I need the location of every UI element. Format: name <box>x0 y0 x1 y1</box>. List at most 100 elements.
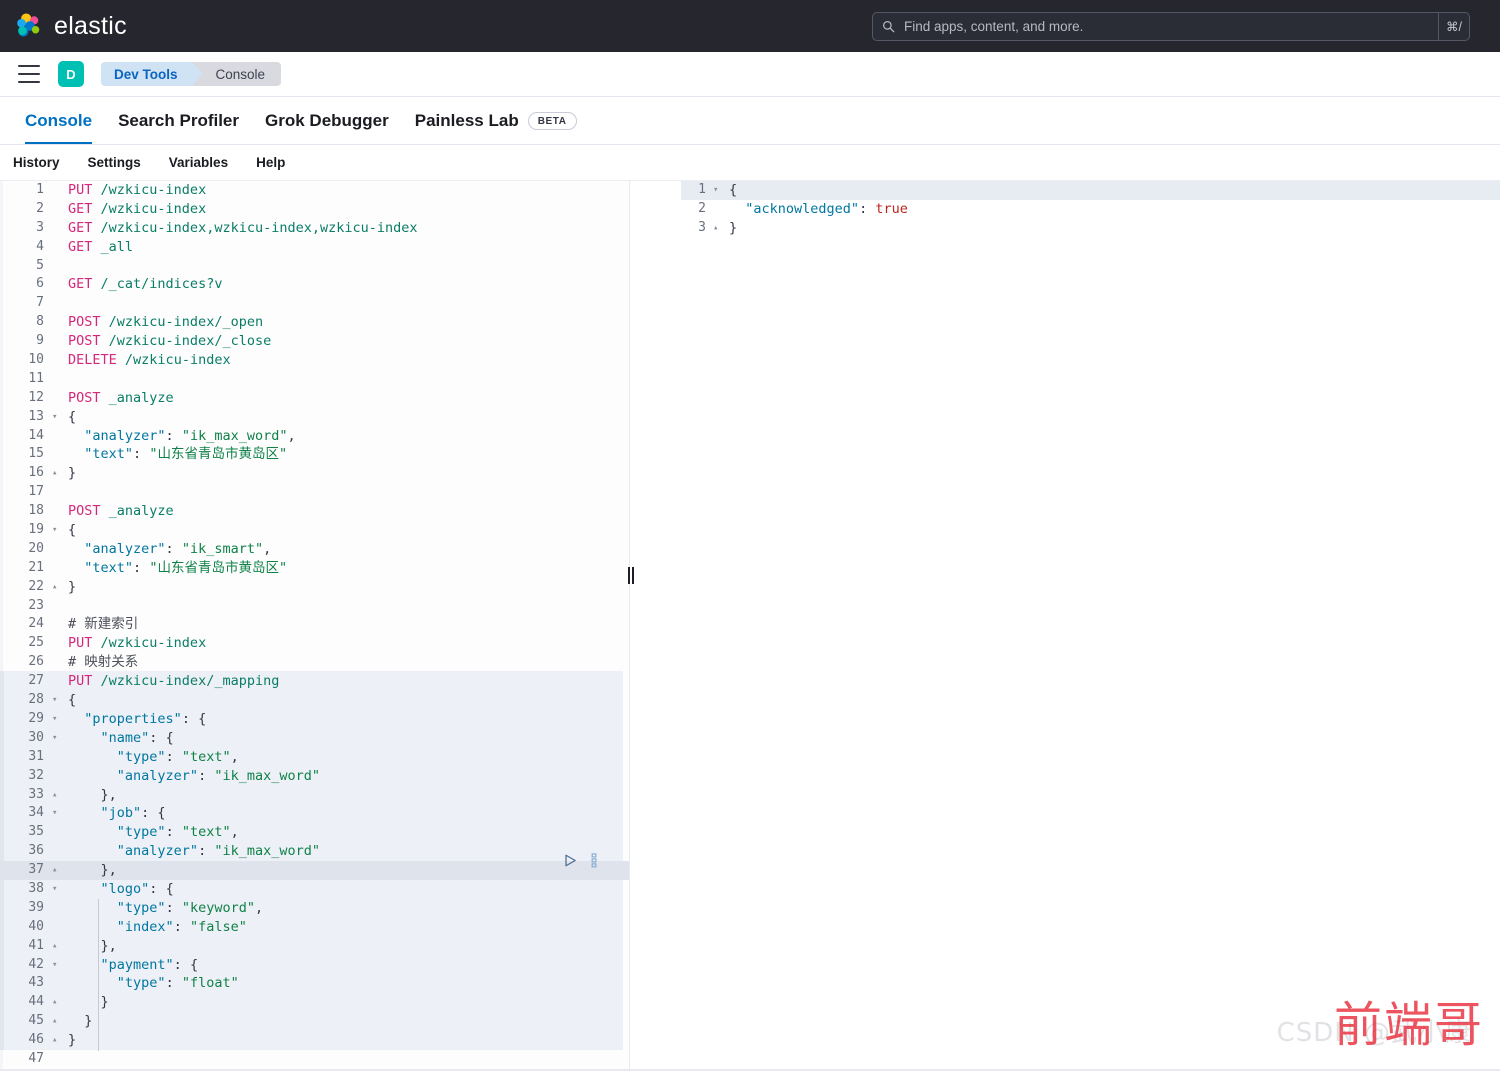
fold-marker[interactable]: ▾ <box>52 956 63 975</box>
line-number: 9 <box>36 333 44 349</box>
code-line[interactable]: 15 "text": "山东省青岛市黄岛区" <box>0 445 629 464</box>
line-number: 4 <box>36 238 44 254</box>
code-line[interactable]: 1 ▾ { <box>681 181 1500 200</box>
code-line[interactable]: 1 PUT /wzkicu-index <box>0 181 629 200</box>
code-line[interactable]: 11 <box>0 370 629 389</box>
play-triangle-icon[interactable] <box>563 853 578 868</box>
wrench-icon[interactable] <box>589 853 599 868</box>
code-line[interactable]: 7 <box>0 294 629 313</box>
fold-marker[interactable]: ▴ <box>52 578 63 597</box>
code-line[interactable]: 47 <box>0 1050 629 1069</box>
line-number: 36 <box>28 843 44 859</box>
toolbar-history[interactable]: History <box>13 155 60 170</box>
code-line[interactable]: 40 "index": "false" <box>0 918 629 937</box>
code-line[interactable]: 34 ▾ "job": { <box>0 804 629 823</box>
fold-marker[interactable]: ▾ <box>52 710 63 729</box>
code-line[interactable]: 21 "text": "山东省青岛市黄岛区" <box>0 559 629 578</box>
code-line[interactable]: 46 ▴} <box>0 1031 629 1050</box>
tab-console[interactable]: Console <box>12 97 105 144</box>
code-line[interactable]: 8 POST /wzkicu-index/_open <box>0 313 629 332</box>
fold-marker[interactable]: ▴ <box>52 1012 63 1031</box>
line-number: 7 <box>36 295 44 311</box>
tab-search-profiler[interactable]: Search Profiler <box>105 97 252 144</box>
code-line[interactable]: 28 ▾ { <box>0 691 629 710</box>
fold-marker[interactable]: ▾ <box>52 729 63 748</box>
code-line[interactable]: 42 ▾ "payment": { <box>0 956 629 975</box>
code-line[interactable]: 6 GET /_cat/indices?v <box>0 275 629 294</box>
code-line[interactable]: 43 "type": "float" <box>0 974 629 993</box>
code-line[interactable]: 3 GET /wzkicu-index,wzkicu-index,wzkicu-i… <box>0 219 629 238</box>
fold-marker[interactable]: ▾ <box>52 880 63 899</box>
code-text: { <box>68 408 77 425</box>
code-line[interactable]: 13 ▾ { <box>0 408 629 427</box>
code-line[interactable]: 36 "analyzer": "ik_max_word" <box>0 842 629 861</box>
toolbar-variables[interactable]: Variables <box>169 155 228 170</box>
code-line[interactable]: 2 "acknowledged": true <box>681 200 1500 219</box>
code-line[interactable]: 18 POST _analyze <box>0 502 629 521</box>
fold-marker[interactable]: ▴ <box>52 786 63 805</box>
code-line[interactable]: 9 POST /wzkicu-index/_close <box>0 332 629 351</box>
code-line[interactable]: 19 ▾ { <box>0 521 629 540</box>
fold-marker[interactable]: ▾ <box>713 181 724 200</box>
code-line[interactable]: 35 "type": "text", <box>0 823 629 842</box>
code-line[interactable]: 5 <box>0 257 629 276</box>
response-code-lines: 1 ▾{2 "acknowledged": true 3 ▴} <box>681 181 1500 238</box>
fold-marker[interactable]: ▴ <box>52 861 63 880</box>
tab-painless-lab[interactable]: Painless Lab BETA <box>402 97 590 144</box>
code-line[interactable]: 31 "type": "text", <box>0 748 629 767</box>
search-input[interactable] <box>902 18 1438 35</box>
code-line[interactable]: 2 GET /wzkicu-index <box>0 200 629 219</box>
code-line[interactable]: 23 <box>0 597 629 616</box>
code-line[interactable]: 14 "analyzer": "ik_max_word", <box>0 427 629 446</box>
code-line[interactable]: 17 <box>0 483 629 502</box>
code-line[interactable]: 24 # 新建索引 <box>0 615 629 634</box>
fold-marker[interactable]: ▴ <box>52 993 63 1012</box>
space-avatar[interactable]: D <box>58 61 84 87</box>
request-code-lines[interactable]: 1 PUT /wzkicu-index 2 GET /wzkicu-index 3 GET… <box>0 181 629 1069</box>
fold-marker[interactable]: ▴ <box>52 1031 63 1050</box>
code-line[interactable]: 12 POST _analyze <box>0 389 629 408</box>
code-line[interactable]: 33 ▴ }, <box>0 786 629 805</box>
code-line[interactable]: 26 # 映射关系 <box>0 653 629 672</box>
tab-search-profiler-label: Search Profiler <box>118 110 240 130</box>
global-search-bar[interactable]: ⌘/ <box>872 12 1470 41</box>
code-line[interactable]: 25 PUT /wzkicu-index <box>0 634 629 653</box>
code-line[interactable]: 3 ▴} <box>681 219 1500 238</box>
breadcrumb-item-dev-tools[interactable]: Dev Tools <box>101 62 202 86</box>
code-line[interactable]: 38 ▾ "logo": { <box>0 880 629 899</box>
response-panel[interactable]: 1 ▾{2 "acknowledged": true 3 ▴} <box>681 181 1500 1071</box>
toolbar-help[interactable]: Help <box>256 155 285 170</box>
code-line[interactable]: 37 ▴ }, <box>0 861 629 880</box>
request-editor-panel[interactable]: 1 PUT /wzkicu-index 2 GET /wzkicu-index 3 GET… <box>0 181 630 1071</box>
elastic-logo-icon <box>17 13 40 37</box>
code-line[interactable]: 45 ▴ } <box>0 1012 629 1031</box>
code-line[interactable]: 44 ▴ } <box>0 993 629 1012</box>
console-toolbar: History Settings Variables Help <box>0 145 1500 181</box>
fold-marker[interactable]: ▴ <box>52 464 63 483</box>
code-line[interactable]: 22 ▴} <box>0 578 629 597</box>
code-line[interactable]: 39 "type": "keyword", <box>0 899 629 918</box>
code-line[interactable]: 16 ▴} <box>0 464 629 483</box>
fold-marker[interactable]: ▾ <box>52 521 63 540</box>
code-line[interactable]: 27 PUT /wzkicu-index/_mapping <box>0 672 629 691</box>
brand[interactable]: elastic <box>14 11 127 41</box>
toolbar-settings[interactable]: Settings <box>88 155 141 170</box>
code-line[interactable]: 4 GET _all <box>0 238 629 257</box>
code-line[interactable]: 10 DELETE /wzkicu-index <box>0 351 629 370</box>
tab-grok-debugger[interactable]: Grok Debugger <box>252 97 402 144</box>
panel-resize-handle[interactable] <box>625 181 637 1071</box>
hamburger-menu-icon[interactable] <box>18 65 40 83</box>
fold-marker[interactable]: ▾ <box>52 691 63 710</box>
code-line[interactable]: 32 "analyzer": "ik_max_word" <box>0 767 629 786</box>
fold-marker[interactable]: ▾ <box>52 804 63 823</box>
fold-marker[interactable]: ▴ <box>52 937 63 956</box>
code-line[interactable]: 41 ▴ }, <box>0 937 629 956</box>
fold-marker[interactable]: ▾ <box>52 408 63 427</box>
code-line[interactable]: 29 ▾ "properties": { <box>0 710 629 729</box>
code-line[interactable]: 30 ▾ "name": { <box>0 729 629 748</box>
fold-marker[interactable]: ▴ <box>713 219 724 238</box>
code-text: PUT /wzkicu-index/_mapping <box>68 673 280 690</box>
code-line[interactable]: 20 "analyzer": "ik_smart", <box>0 540 629 559</box>
breadcrumb-item-console[interactable]: Console <box>191 62 282 86</box>
code-text: } <box>729 219 738 236</box>
